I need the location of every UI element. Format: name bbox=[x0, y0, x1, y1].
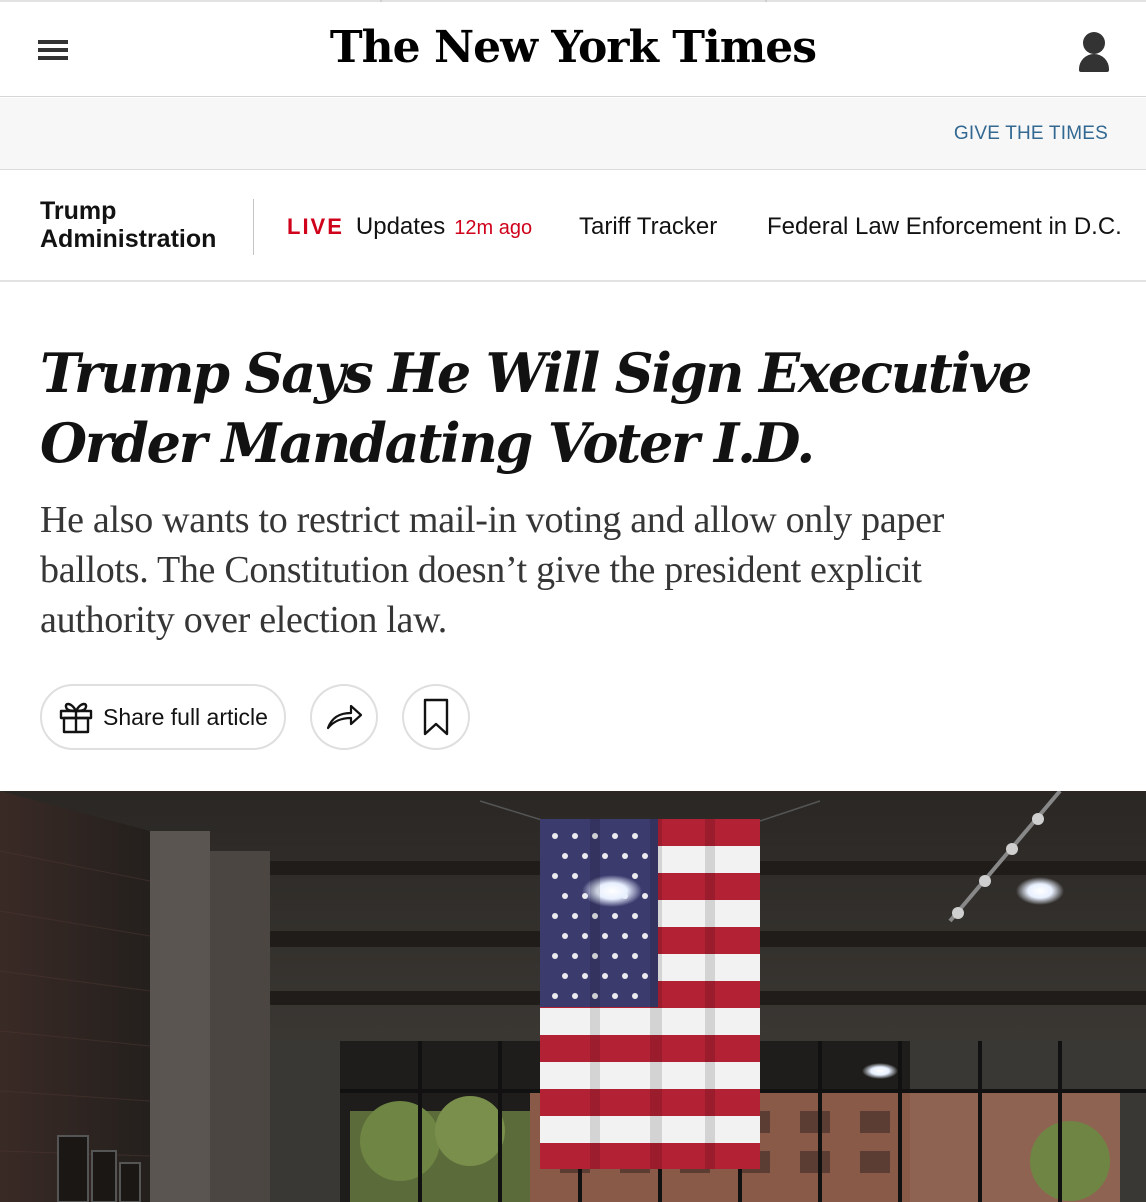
share-arrow-icon bbox=[326, 704, 363, 730]
article-photo bbox=[0, 791, 1146, 1202]
bookmark-button[interactable] bbox=[402, 684, 470, 750]
give-bar: GIVE THE TIMES bbox=[0, 98, 1146, 170]
share-button[interactable] bbox=[310, 684, 378, 750]
nav-item-live-updates[interactable]: LIVE Updates 12m ago bbox=[287, 213, 532, 241]
give-the-times-link[interactable]: GIVE THE TIMES bbox=[954, 123, 1108, 145]
nav-item-tariff-tracker[interactable]: Tariff Tracker bbox=[579, 213, 717, 241]
nav-item-federal-law-enforcement[interactable]: Federal Law Enforcement in D.C. bbox=[767, 213, 1122, 241]
live-updates-label: Updates bbox=[355, 213, 446, 240]
gift-icon bbox=[59, 702, 93, 734]
section-nav: Trump Administration LIVE Updates 12m ag… bbox=[0, 171, 1146, 282]
live-timestamp: 12m ago bbox=[454, 217, 533, 239]
article-headline: Trump Says He Will Sign Executive Order … bbox=[40, 341, 1032, 475]
nyt-logo[interactable]: The New York Times bbox=[0, 22, 1146, 73]
user-account-icon[interactable] bbox=[1076, 32, 1112, 72]
nav-divider bbox=[253, 199, 254, 255]
flag-illustration bbox=[540, 819, 760, 1169]
live-badge: LIVE bbox=[287, 214, 344, 239]
article-page: The New York Times GIVE THE TIMES Trump … bbox=[0, 0, 1146, 1202]
share-full-article-button[interactable]: Share full article bbox=[40, 684, 286, 750]
masthead: The New York Times bbox=[0, 0, 1146, 97]
share-label: Share full article bbox=[103, 703, 268, 730]
bookmark-icon bbox=[423, 698, 449, 736]
section-title[interactable]: Trump Administration bbox=[40, 197, 240, 253]
article-summary: He also wants to restrict mail-in voting… bbox=[40, 499, 945, 641]
